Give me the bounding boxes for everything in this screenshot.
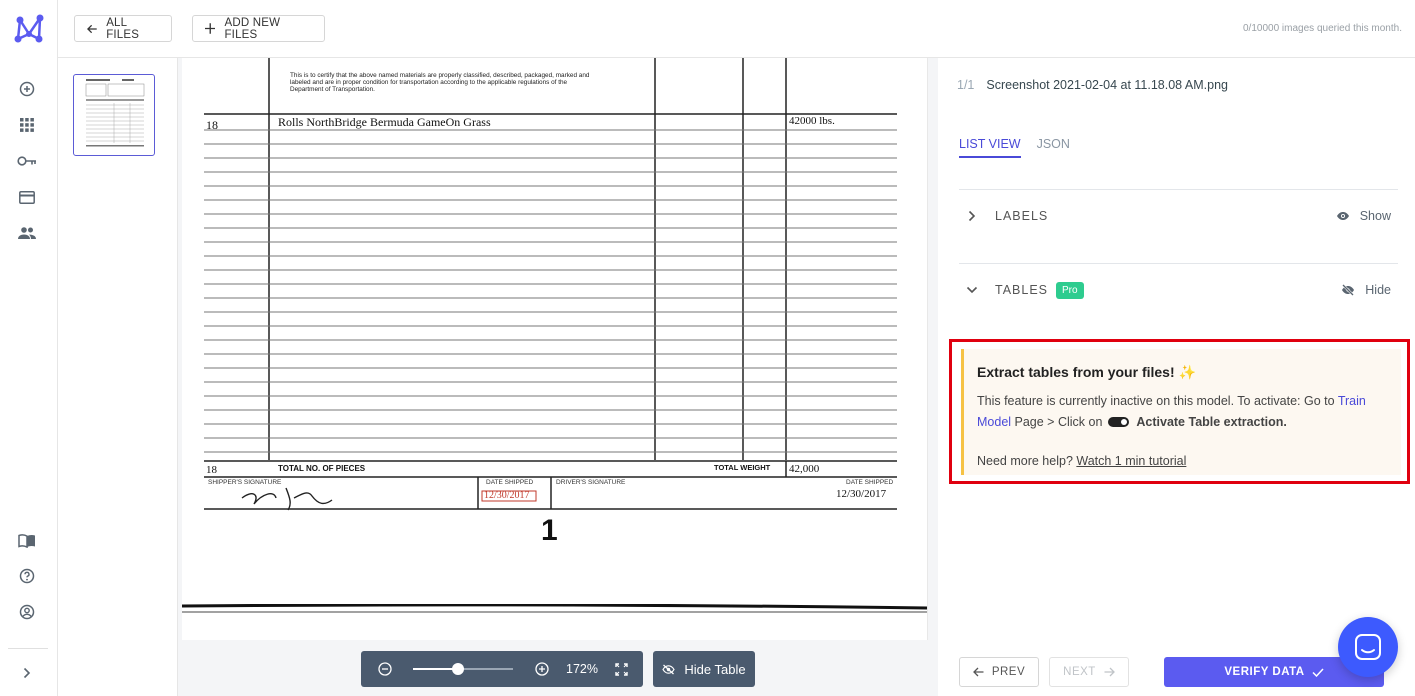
tables-section-header[interactable]: TABLES Pro Hide <box>959 278 1399 302</box>
highlight-box: Extract tables from your files! ✨ This f… <box>949 339 1410 484</box>
help-question: Need more help? <box>977 454 1077 468</box>
arrow-left-icon <box>87 24 97 33</box>
certify-text-line: Department of Transportation. <box>290 86 375 93</box>
hide-tables-toggle[interactable]: Hide <box>1341 283 1391 297</box>
chevron-right-icon[interactable] <box>959 210 985 222</box>
prev-label: PREV <box>991 666 1026 678</box>
file-count: 1/1 <box>957 78 975 92</box>
zoom-percent: 172% <box>566 662 598 676</box>
add-new-files-button[interactable]: ADD NEW FILES <box>192 15 325 42</box>
total-pieces-label: TOTAL NO. OF PIECES <box>278 464 366 473</box>
activate-table-extraction-text: Activate Table extraction. <box>1136 414 1287 429</box>
next-button[interactable]: NEXT <box>1049 657 1129 687</box>
total-weight-label: TOTAL WEIGHT <box>714 463 771 472</box>
row-weight: 42000 lbs. <box>789 115 835 127</box>
labels-title: LABELS <box>995 209 1049 223</box>
row-qty: 18 <box>206 118 218 132</box>
next-label: NEXT <box>1063 666 1096 678</box>
callout-body: This feature is currently inactive on th… <box>977 391 1387 432</box>
apps-grid-icon[interactable] <box>17 115 37 135</box>
labels-section-header[interactable]: LABELS Show <box>959 204 1399 228</box>
zoom-toolbar: 172% <box>361 651 643 687</box>
callout-title: Extract tables from your files! ✨ <box>977 364 1196 380</box>
callout-body-text: This feature is currently inactive on th… <box>977 394 1338 408</box>
chat-icon <box>1355 634 1381 660</box>
tab-list-view[interactable]: LIST VIEW <box>959 137 1021 158</box>
pro-badge: Pro <box>1056 281 1084 299</box>
nanonets-logo-icon[interactable] <box>12 12 46 46</box>
total-qty: 18 <box>206 464 217 476</box>
thumbnail-column <box>58 58 178 696</box>
tab-json[interactable]: JSON <box>1037 137 1070 158</box>
file-name: Screenshot 2021-02-04 at 11.18.08 AM.png <box>986 78 1228 92</box>
key-icon[interactable] <box>17 151 37 171</box>
chevron-down-icon[interactable] <box>959 286 985 294</box>
checkmark-icon <box>1312 667 1324 677</box>
page-thumbnail[interactable] <box>73 74 155 156</box>
fullscreen-icon[interactable] <box>615 662 628 676</box>
show-label: Show <box>1359 209 1391 223</box>
extract-tables-callout: Extract tables from your files! ✨ This f… <box>961 349 1401 475</box>
section-divider <box>959 263 1398 264</box>
prev-button[interactable]: PREV <box>959 657 1039 687</box>
section-divider <box>959 189 1398 190</box>
date-shipped-label: DATE SHIPPED <box>486 479 534 486</box>
add-new-files-label: ADD NEW FILES <box>224 16 281 41</box>
credit-card-icon[interactable] <box>17 187 37 207</box>
certify-text-line: This is to certify that the above named … <box>290 72 590 79</box>
page-number: 1 <box>541 514 558 547</box>
shipper-signature-label: SHIPPER'S SIGNATURE <box>208 479 282 486</box>
view-tabs: LIST VIEW JSON <box>959 137 1086 158</box>
hide-table-label: Hide Table <box>684 661 746 677</box>
rail-divider <box>8 648 48 649</box>
quota-text: 0/10000 images queried this month. <box>1243 23 1402 34</box>
document-page: This is to certify that the above named … <box>182 58 927 640</box>
file-name-row: 1/1 Screenshot 2021-02-04 at 11.18.08 AM.… <box>957 78 1228 92</box>
callout-body-text: Page > Click on <box>1011 414 1106 429</box>
arrow-right-icon <box>1104 667 1115 677</box>
eye-icon <box>1336 212 1349 220</box>
zoom-out-icon[interactable] <box>378 662 392 676</box>
document-viewer: This is to certify that the above named … <box>178 58 938 696</box>
chat-launcher-button[interactable] <box>1338 617 1398 677</box>
eye-off-icon <box>662 664 676 674</box>
callout-help: Need more help? Watch 1 min tutorial <box>977 454 1186 468</box>
zoom-in-icon[interactable] <box>535 662 549 676</box>
eye-off-icon <box>1342 284 1355 296</box>
all-files-label: ALL FILES <box>106 16 140 41</box>
hide-table-button[interactable]: Hide Table <box>653 651 755 687</box>
driver-signature-label: DRIVER'S SIGNATURE <box>556 479 626 486</box>
chevron-right-icon[interactable] <box>17 663 37 683</box>
arrow-left-icon <box>972 667 984 677</box>
verify-data-label: VERIFY DATA <box>1224 666 1305 678</box>
zoom-slider-handle[interactable] <box>452 663 464 675</box>
date-shipped-value: 12/30/2017 <box>484 490 530 501</box>
watch-tutorial-link[interactable]: Watch 1 min tutorial <box>1076 454 1186 468</box>
all-files-button[interactable]: ALL FILES <box>74 15 172 42</box>
left-nav-rail <box>0 0 58 696</box>
people-icon[interactable] <box>17 223 37 243</box>
date-shipped-label-2: DATE SHIPPED <box>846 479 894 486</box>
book-icon[interactable] <box>17 531 37 551</box>
hide-label: Hide <box>1365 283 1391 297</box>
total-weight-value: 42,000 <box>789 463 820 475</box>
toggle-icon <box>1107 417 1129 428</box>
help-circle-icon[interactable] <box>17 566 37 586</box>
plus-icon <box>205 23 216 34</box>
top-bar: ALL FILES ADD NEW FILES 0/10000 images q… <box>58 0 1415 58</box>
certify-text-line: labeled and are in proper condition for … <box>290 79 568 86</box>
next-page-edge <box>181 603 928 640</box>
date-shipped-value-2: 12/30/2017 <box>836 488 887 500</box>
add-circle-icon[interactable] <box>17 79 37 99</box>
row-description: Rolls NorthBridge Bermuda GameOn Grass <box>278 115 491 129</box>
viewer-scrollbar[interactable] <box>927 58 938 640</box>
tables-title: TABLES <box>995 283 1049 297</box>
account-circle-icon[interactable] <box>17 602 37 622</box>
zoom-slider[interactable] <box>413 662 513 676</box>
show-labels-toggle[interactable]: Show <box>1336 209 1391 223</box>
right-panel: 1/1 Screenshot 2021-02-04 at 11.18.08 AM.… <box>939 58 1415 696</box>
